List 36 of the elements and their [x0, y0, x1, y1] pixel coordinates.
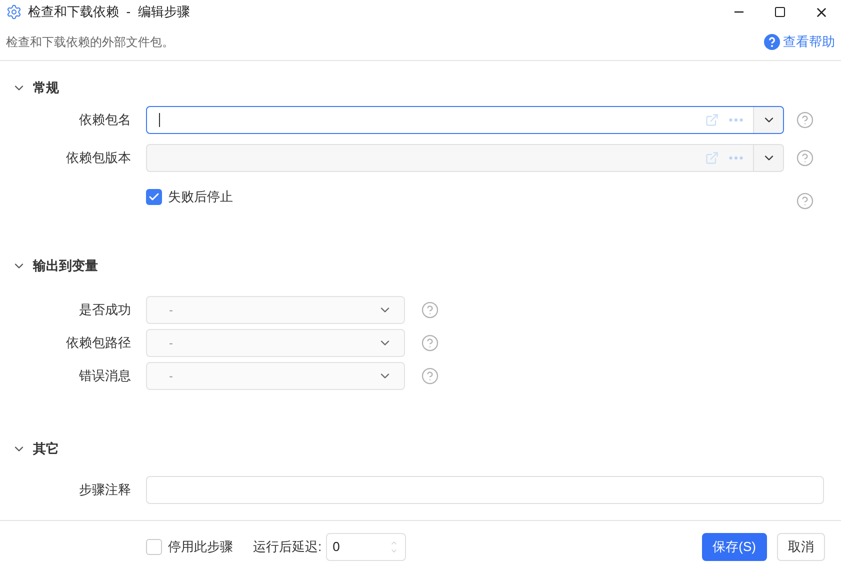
input-field[interactable] — [146, 106, 784, 134]
window-title: 检查和下载依赖 - 编辑步骤 — [28, 3, 190, 22]
field-label: 步骤注释 — [79, 481, 131, 500]
delay-field[interactable]: 0 — [326, 533, 406, 561]
gear-icon — [6, 4, 22, 20]
checkbox-label: 停用此步骤 — [168, 538, 233, 556]
open-icon[interactable] — [705, 113, 719, 127]
section-header[interactable]: 常规 — [0, 78, 841, 98]
help-icon[interactable] — [796, 111, 814, 129]
help-link[interactable]: 查看帮助 — [764, 32, 835, 52]
field-label: 依赖包路径 — [66, 334, 131, 352]
help-icon[interactable] — [421, 334, 439, 352]
dropdown-button[interactable] — [753, 107, 783, 133]
check-icon — [148, 191, 160, 203]
checkbox[interactable] — [146, 189, 162, 205]
checkbox-label: 失败后停止 — [168, 188, 233, 206]
help-icon[interactable] — [796, 192, 814, 210]
help-icon — [764, 34, 780, 50]
maximize-icon[interactable] — [774, 6, 786, 18]
text-cursor — [159, 113, 160, 127]
help-icon[interactable] — [796, 149, 814, 167]
field-label: 依赖包名 — [79, 111, 131, 130]
comment-field[interactable] — [146, 476, 824, 504]
description: 检查和下载依赖的外部文件包。 — [6, 34, 174, 51]
field-label: 错误消息 — [79, 367, 131, 386]
checkbox[interactable] — [146, 539, 162, 555]
delay-label: 运行后延迟: — [253, 538, 322, 556]
field-label: 是否成功 — [79, 301, 131, 320]
section-header[interactable]: 其它 — [0, 439, 841, 459]
help-icon[interactable] — [421, 301, 439, 319]
save-button[interactable]: 保存(S) — [702, 533, 767, 561]
section-header[interactable]: 输出到变量 — [0, 256, 841, 276]
open-icon[interactable] — [705, 151, 719, 165]
field-label: 依赖包版本 — [66, 149, 131, 168]
help-icon[interactable] — [421, 367, 439, 385]
cancel-button[interactable]: 取消 — [777, 533, 825, 561]
